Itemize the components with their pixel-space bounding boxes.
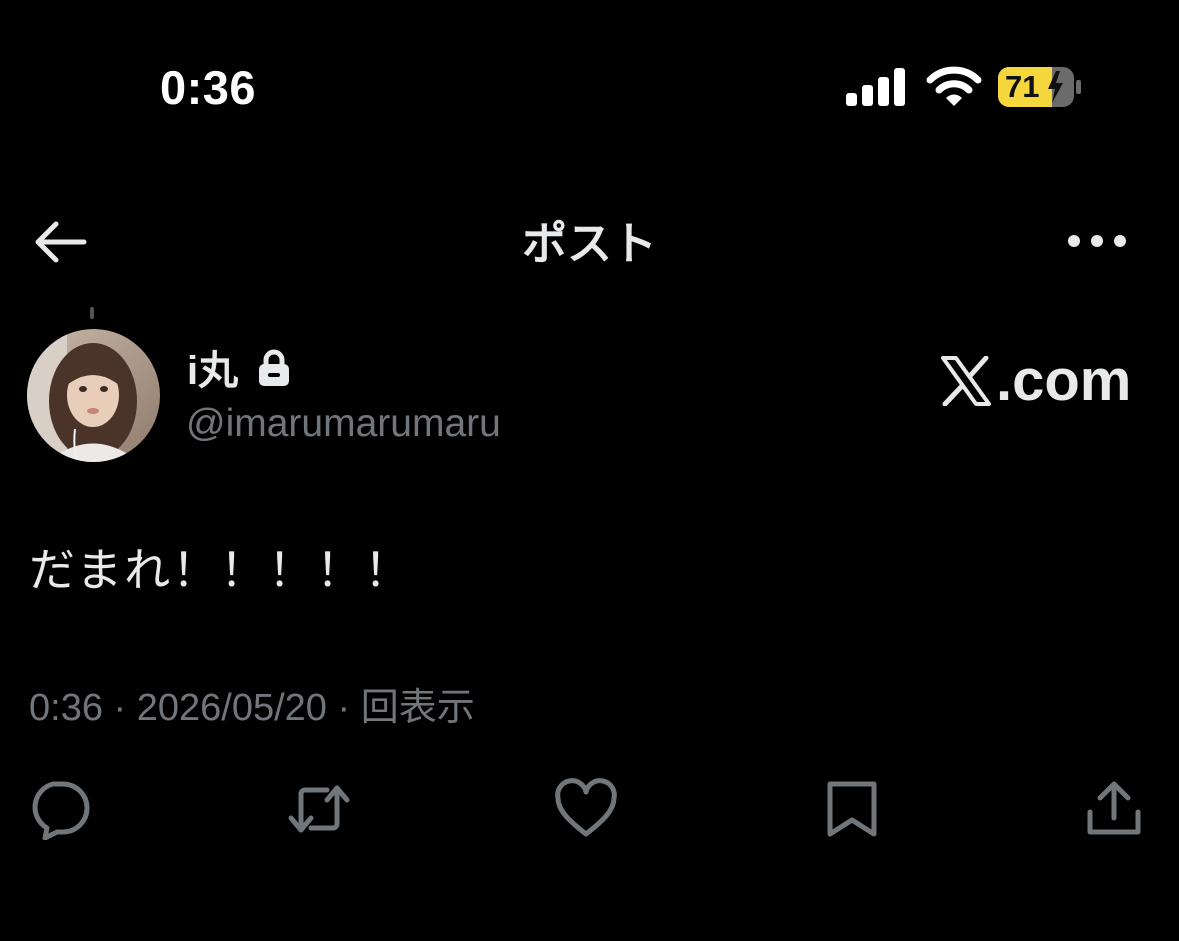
- meta-separator: ·: [102, 687, 137, 729]
- post-meta: 0:36 · 2026/05/20 · 回表示: [29, 686, 475, 730]
- repost-icon[interactable]: [287, 778, 351, 840]
- post-time: 0:36: [29, 687, 103, 729]
- views-label[interactable]: 回表示: [361, 687, 475, 729]
- thread-connector: [90, 307, 94, 319]
- avatar[interactable]: [27, 329, 160, 462]
- wifi-icon: [926, 66, 982, 106]
- display-name[interactable]: i丸: [187, 349, 238, 393]
- signal-bars-icon: [846, 68, 905, 106]
- meta-separator: ·: [326, 687, 361, 729]
- share-icon[interactable]: [1082, 778, 1146, 840]
- avatar-photo: [27, 329, 160, 462]
- post-date: 2026/05/20: [136, 687, 327, 729]
- more-horizontal-icon[interactable]: [1066, 230, 1128, 252]
- lock-icon: [259, 349, 289, 386]
- page-title: ポスト: [521, 218, 657, 269]
- x-logo-icon: [941, 356, 991, 406]
- user-handle[interactable]: @imarumarumaru: [186, 402, 501, 446]
- bookmark-icon[interactable]: [820, 778, 884, 840]
- battery-level: 71: [1005, 69, 1040, 104]
- post-text: だまれ！！！！！: [29, 544, 413, 596]
- battery-indicator: 71: [998, 67, 1082, 107]
- like-icon[interactable]: [554, 778, 618, 840]
- brand-watermark: .com: [940, 350, 1131, 412]
- brand-text: .com: [996, 348, 1132, 413]
- reply-icon[interactable]: [27, 778, 91, 840]
- status-time: 0:36: [160, 61, 257, 114]
